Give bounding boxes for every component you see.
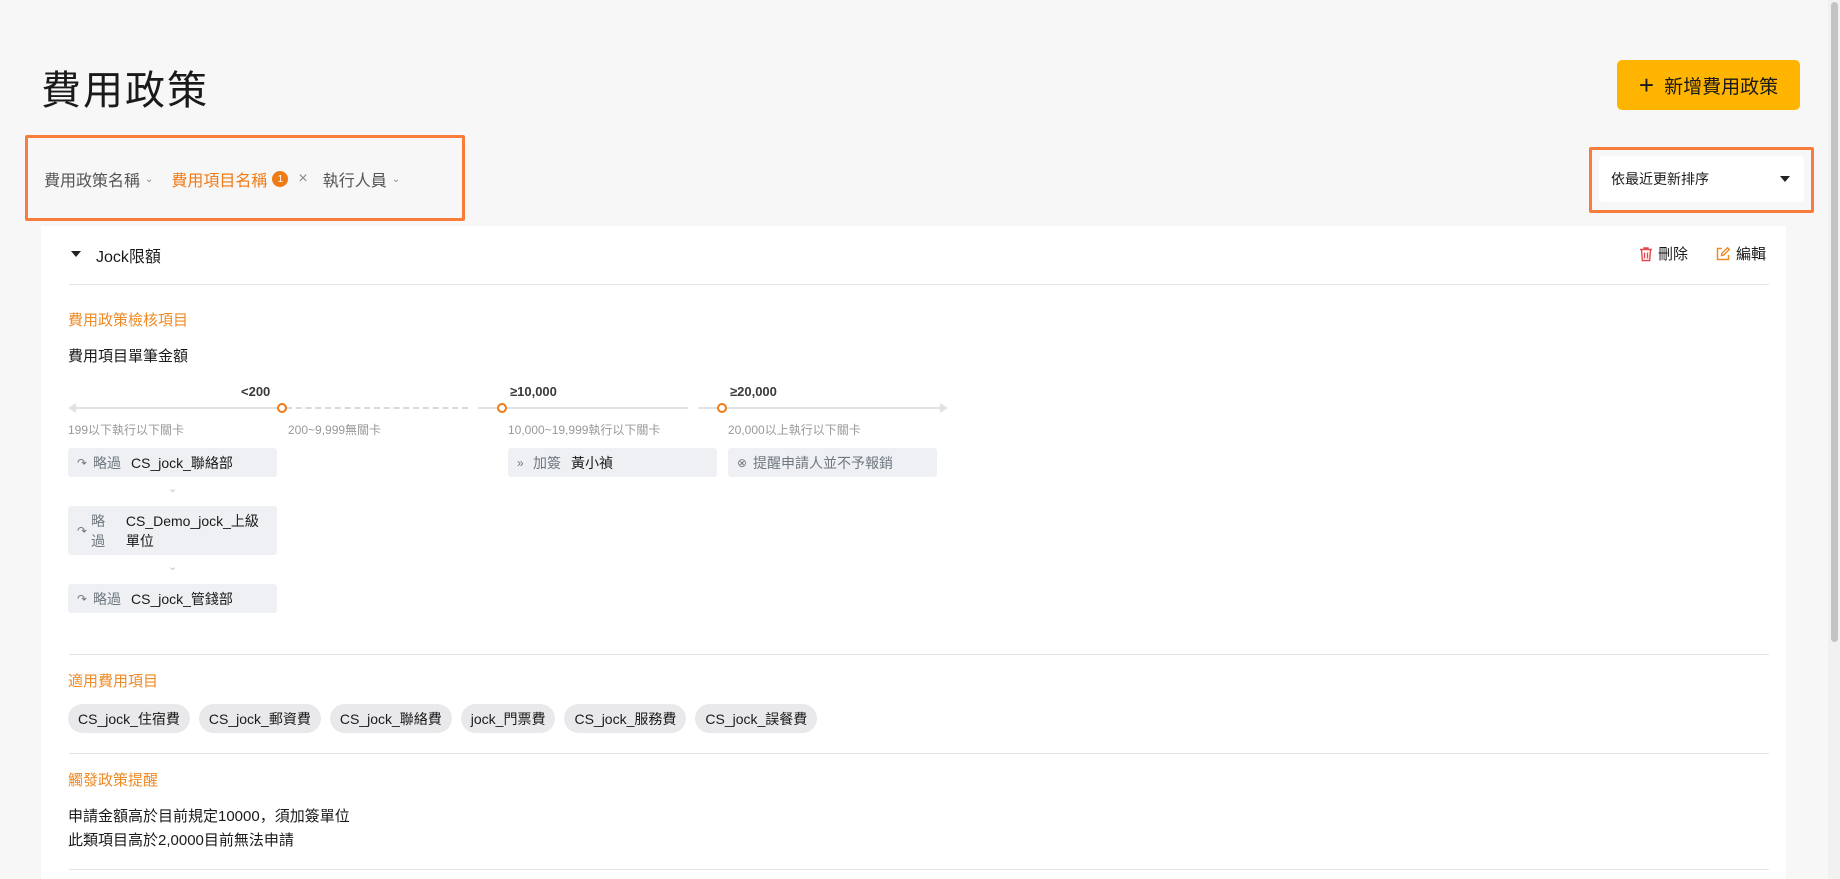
threshold-node [497, 403, 507, 413]
sort-select[interactable]: 依最近更新排序 [1599, 156, 1804, 202]
timeline-dashed-segment [286, 407, 468, 409]
skip-step-name: CS_jock_管錢部 [131, 590, 233, 607]
skip-label: 略過 [93, 590, 121, 607]
timeline-segment [478, 407, 688, 409]
expense-item-tag: CS_jock_住宿費 [68, 704, 190, 733]
arrow-left-icon [68, 403, 76, 413]
page-title: 費用政策 [41, 69, 209, 113]
filter-expense-item-name-label: 費用項目名稱 [171, 173, 268, 190]
add-expense-policy-label: 新增費用政策 [1664, 76, 1779, 98]
edit-icon [1716, 246, 1731, 260]
filter-expense-item-name[interactable]: 費用項目名稱 1 [171, 167, 289, 191]
arrow-right-icon [940, 403, 948, 413]
expense-item-tag: CS_jock_郵資費 [198, 704, 321, 733]
expense-item-tag: CS_jock_誤餐費 [695, 704, 818, 733]
trash-icon [1640, 246, 1652, 261]
chevron-down-icon: ⌄ [391, 173, 401, 185]
timeline-segment [76, 407, 281, 409]
delete-label: 刪除 [1658, 246, 1689, 263]
expense-item-tag: CS_jock_聯絡費 [329, 704, 452, 733]
reminder-text: 此類項目高於2,0000目前無法申請 [68, 832, 294, 849]
reminder-section-title: 觸發政策提醒 [68, 772, 159, 789]
range-description: 20,000以上執行以下關卡 [728, 423, 861, 437]
range-description: 199以下執行以下關卡 [68, 423, 185, 437]
filter-policy-name[interactable]: 費用政策名稱 ⌄ [44, 167, 153, 191]
expense-item-tag: jock_門票費 [460, 704, 556, 733]
close-icon[interactable]: × [298, 170, 307, 188]
reject-chip: ⊗ 提醒申請人並不予報銷 [728, 448, 937, 477]
policy-card: Jock限額 刪除 編輯 費用政策檢核項目 費用項目單筆金額 <200 ≥10,… [41, 226, 1786, 879]
chevron-down-icon: ⌄ [168, 561, 178, 573]
threshold-label: ≥10,000 [510, 384, 557, 399]
circle-x-icon: ⊗ [737, 455, 748, 470]
edit-label: 編輯 [1736, 246, 1767, 263]
reject-label: 提醒申請人並不予報銷 [753, 454, 893, 471]
skip-step-chip: ↷ 略過 CS_jock_聯絡部 [68, 448, 277, 477]
scrollbar-thumb[interactable] [1831, 2, 1838, 642]
range-description: 10,000~19,999執行以下關卡 [508, 423, 661, 437]
caret-down-icon [1780, 176, 1790, 182]
skip-label: 略過 [91, 512, 106, 549]
threshold-node [277, 403, 287, 413]
chevron-down-icon: ⌄ [145, 173, 154, 185]
amount-timeline: <200 ≥10,000 ≥20,000 199以下執行以下關卡 200~9,9… [68, 226, 948, 613]
section-divider [69, 869, 1769, 870]
filter-count-badge: 1 [272, 171, 289, 187]
countersign-label: 加簽 [533, 454, 561, 471]
skip-step-chip: ↷ 略過 CS_jock_管錢部 [68, 584, 277, 613]
threshold-label: ≥20,000 [730, 384, 777, 399]
redo-icon: ↷ [77, 591, 88, 606]
reminder-text: 申請金額高於目前規定10000，須加簽單位 [68, 808, 350, 825]
double-chevron-right-icon: » [517, 455, 524, 470]
add-expense-policy-button[interactable]: + 新增費用政策 [1617, 60, 1800, 110]
filter-policy-name-label: 費用政策名稱 [44, 173, 141, 190]
threshold-label: <200 [241, 384, 271, 399]
filter-bar: 費用政策名稱 ⌄ 費用項目名稱 1 × 執行人員 ⌄ [44, 168, 400, 190]
skip-label: 略過 [93, 454, 121, 471]
skip-step-name: CS_Demo_jock_上級單位 [125, 512, 259, 549]
skip-step-name: CS_jock_聯絡部 [131, 454, 233, 471]
plus-icon: + [1638, 70, 1655, 100]
redo-icon: ↷ [77, 523, 88, 538]
delete-button[interactable]: 刪除 [1639, 243, 1688, 264]
edit-button[interactable]: 編輯 [1715, 243, 1766, 264]
scrollbar[interactable] [1828, 0, 1840, 879]
chevron-down-icon: ⌄ [168, 483, 178, 495]
section-divider [69, 753, 1769, 754]
redo-icon: ↷ [77, 455, 88, 470]
filter-executor-label: 執行人員 [322, 173, 387, 190]
countersign-chip: » 加簽 黃小禎 [508, 448, 717, 477]
section-divider [69, 654, 1769, 655]
timeline-segment [698, 407, 940, 409]
skip-step-chip: ↷ 略過 CS_Demo_jock_上級單位 [68, 506, 277, 555]
range-description: 200~9,999無關卡 [288, 423, 382, 437]
sort-selected-value: 依最近更新排序 [1611, 171, 1709, 187]
applicable-items-list: CS_jock_住宿費 CS_jock_郵資費 CS_jock_聯絡費 jock… [68, 704, 818, 733]
countersign-person: 黃小禎 [571, 454, 613, 471]
expense-item-tag: CS_jock_服務費 [564, 704, 687, 733]
filter-executor[interactable]: 執行人員 ⌄ [323, 167, 400, 191]
threshold-node [717, 403, 727, 413]
applicable-section-title: 適用費用項目 [68, 673, 159, 690]
